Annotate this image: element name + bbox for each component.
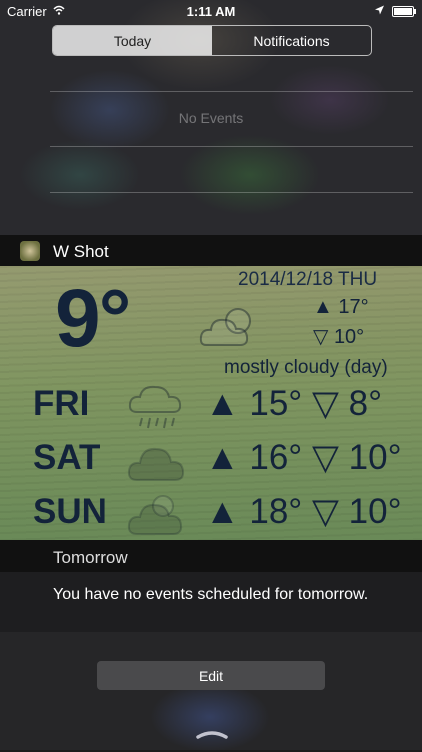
forecast-temps: ▲ 15° ▽ 8° (205, 384, 383, 423)
rain-cloud-icon (128, 385, 182, 429)
cloud-sun-icon (199, 308, 251, 346)
location-arrow-icon (375, 5, 384, 15)
forecast-day: FRI (33, 384, 90, 423)
notification-center-footer: Edit (0, 632, 422, 752)
edit-button[interactable]: Edit (97, 661, 325, 690)
divider (50, 192, 413, 193)
tomorrow-header: Tomorrow (0, 540, 422, 572)
app-icon (20, 241, 40, 261)
today-low: ▽ 10° (313, 326, 365, 348)
widget-header[interactable]: W Shot (0, 235, 422, 266)
forecast-temps: ▲ 18° ▽ 10° (205, 492, 402, 531)
status-bar: Carrier 1:11 AM (0, 0, 422, 22)
tomorrow-label: Tomorrow (53, 548, 128, 567)
chevron-up-handle-icon[interactable] (195, 727, 229, 739)
tomorrow-message: You have no events scheduled for tomorro… (53, 586, 369, 603)
glow-decoration (150, 682, 270, 752)
weather-date: 2014/12/18 THU (238, 269, 378, 290)
weather-widget[interactable]: 2014/12/18 THU 9° ▲ 17° ▽ 10° mostly clo… (0, 266, 422, 540)
today-high: ▲ 17° (313, 296, 369, 318)
forecast-day: SUN (33, 492, 107, 531)
forecast-day: SAT (33, 438, 101, 477)
no-events-label: No Events (178, 110, 244, 126)
divider (50, 91, 413, 92)
widget-title: W Shot (53, 242, 109, 261)
current-temperature: 9° (55, 273, 131, 364)
forecast-row: FRI ▲ 15° ▽ 8° (0, 384, 422, 438)
cloud-sun-icon (127, 495, 183, 535)
forecast-row: SUN ▲ 18° ▽ 10° (0, 492, 422, 546)
divider (50, 146, 413, 147)
tab-today[interactable]: Today (53, 26, 212, 55)
status-time: 1:11 AM (186, 4, 236, 19)
weather-condition: mostly cloudy (day) (224, 357, 388, 378)
forecast-row: SAT ▲ 16° ▽ 10° (0, 438, 422, 492)
tomorrow-section: You have no events scheduled for tomorro… (0, 572, 422, 632)
forecast-temps: ▲ 16° ▽ 10° (205, 438, 402, 477)
cloud-icon (127, 447, 185, 481)
tab-notifications[interactable]: Notifications (212, 26, 371, 55)
battery-icon (392, 6, 416, 17)
today-notifications-segmented-control[interactable]: Today Notifications (52, 25, 372, 56)
